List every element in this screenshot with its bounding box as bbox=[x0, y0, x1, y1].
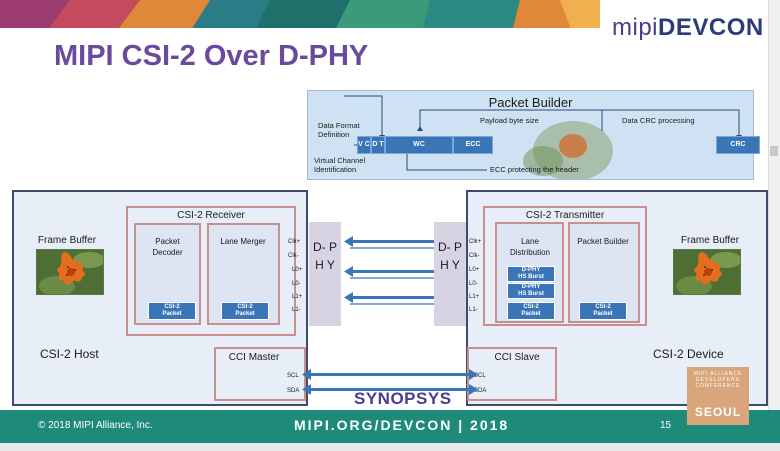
crc-cell: CRC bbox=[716, 136, 760, 154]
copyright-text: © 2018 MIPI Alliance, Inc. bbox=[38, 420, 153, 431]
slide-title: MIPI CSI-2 Over D-PHY bbox=[54, 40, 369, 72]
host-pin-clk-minus: Clk- bbox=[288, 253, 299, 259]
host-decoder-packet-chip: CSI-2 Packet bbox=[148, 302, 196, 320]
cci-master-label: CCI Master bbox=[228, 352, 280, 363]
seoul-badge-city: SEOUL bbox=[694, 405, 742, 419]
link-arrows bbox=[302, 236, 478, 395]
host-frame-buffer-label: Frame Buffer bbox=[37, 235, 97, 246]
data-crc-processing-label: Data CRC processing bbox=[622, 116, 695, 125]
packet-decoder-label: Packet Decoder bbox=[152, 237, 183, 257]
master-pin-sda: SDA bbox=[287, 388, 300, 394]
payload-byte-size-label: Payload byte size bbox=[480, 116, 539, 125]
device-lily-photo bbox=[673, 249, 741, 295]
vertical-scrollbar[interactable] bbox=[768, 0, 780, 451]
scrollbar-thumb[interactable] bbox=[770, 146, 778, 156]
hs-burst-chip-2: D-PHY HS Burst bbox=[507, 283, 555, 299]
mipi-devcon-logo: mipiDEVCON bbox=[612, 14, 764, 41]
synopsys-logo: SYNOPSYS bbox=[354, 389, 452, 408]
dt-cell: D T bbox=[371, 136, 385, 154]
virtual-channel-identification-label: Virtual Channel Identification bbox=[314, 156, 366, 174]
host-pin-clk-plus: Clk+ bbox=[288, 239, 301, 245]
lane-merger-label: Lane Merger bbox=[220, 237, 266, 246]
footer-strip bbox=[0, 443, 780, 451]
wc-cell: WC bbox=[385, 136, 453, 154]
cci-slave-label: CCI Slave bbox=[494, 352, 540, 363]
lane-distribution-label: Lane Distribution bbox=[509, 237, 550, 257]
csi2-transmitter-label: CSI-2 Transmitter bbox=[525, 210, 605, 221]
csi2-device-label: CSI-2 Device bbox=[653, 347, 724, 361]
csi2-receiver-label: CSI-2 Receiver bbox=[177, 210, 245, 221]
host-lily-photo bbox=[36, 249, 104, 295]
header-banner bbox=[0, 0, 600, 40]
csi2-host-label: CSI-2 Host bbox=[40, 347, 99, 361]
device-frame-buffer-label: Frame Buffer bbox=[680, 235, 740, 246]
device-packet-builder-label: Packet Builder bbox=[577, 237, 629, 246]
device-lane-packet-chip: CSI-2 Packet bbox=[507, 302, 555, 320]
devcon-url: MIPI.ORG/DEVCON | 2018 bbox=[294, 417, 510, 433]
host-merger-packet-chip: CSI-2 Packet bbox=[221, 302, 269, 320]
device-builder-packet-chip: CSI-2 Packet bbox=[579, 302, 627, 320]
ecc-protecting-header-label: ECC protecting the header bbox=[490, 165, 579, 174]
hs-burst-chip-1: D-PHY HS Burst bbox=[507, 266, 555, 282]
ecc-cell: ECC bbox=[453, 136, 493, 154]
page-number: 15 bbox=[660, 420, 672, 431]
vc-cell: V C bbox=[357, 136, 371, 154]
master-pin-scl: SCL bbox=[287, 373, 299, 379]
seoul-badge-text: MIPI ALLIANCE DEVELOPERS CONFERENCE bbox=[693, 371, 743, 389]
